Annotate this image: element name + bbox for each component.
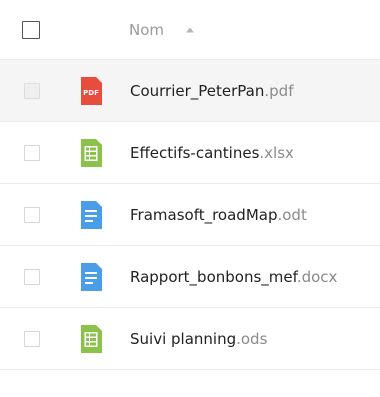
file-name[interactable]: Suivi planning.ods [130,330,267,348]
pdf-file-icon: PDF [80,76,102,105]
spreadsheet-file-icon [80,324,102,353]
file-checkbox[interactable] [24,268,40,285]
select-all-checkbox[interactable] [22,20,40,39]
file-checkbox[interactable] [24,82,40,99]
file-basename: Framasoft_roadMap [130,205,278,224]
sort-ascending-icon[interactable] [186,27,194,32]
file-extension: .docx [296,267,338,286]
file-extension: .odt [277,205,307,224]
file-basename: Rapport_bonbons_mef [130,267,297,286]
file-name[interactable]: Courrier_PeterPan.pdf [130,82,293,100]
file-row[interactable]: PDF Courrier_PeterPan.pdf [0,60,380,122]
file-basename: Suivi planning [130,329,237,348]
document-file-icon [80,200,102,229]
file-row[interactable]: Effectifs-cantines.xlsx [0,122,380,184]
file-row[interactable]: Framasoft_roadMap.odt [0,184,380,246]
file-extension: .pdf [264,81,294,100]
file-checkbox[interactable] [24,330,40,347]
file-name[interactable]: Rapport_bonbons_mef.docx [130,268,337,286]
file-checkbox[interactable] [24,144,40,161]
pdf-icon-label: PDF [83,89,99,97]
file-name[interactable]: Framasoft_roadMap.odt [130,206,307,224]
file-name[interactable]: Effectifs-cantines.xlsx [130,144,294,162]
file-basename: Effectifs-cantines [130,143,260,162]
document-file-icon [80,262,102,291]
column-header-name[interactable]: Nom [129,21,164,39]
file-extension: .ods [236,329,268,348]
file-checkbox[interactable] [24,206,40,223]
spreadsheet-file-icon [80,138,102,167]
list-header: Nom [0,0,380,60]
file-list: Nom PDF Courrier_PeterPan.pdf Effectifs-ca… [0,0,380,397]
file-row[interactable]: Rapport_bonbons_mef.docx [0,246,380,308]
file-row[interactable]: Suivi planning.ods [0,308,380,370]
file-extension: .xlsx [259,143,294,162]
file-basename: Courrier_PeterPan [130,81,265,100]
